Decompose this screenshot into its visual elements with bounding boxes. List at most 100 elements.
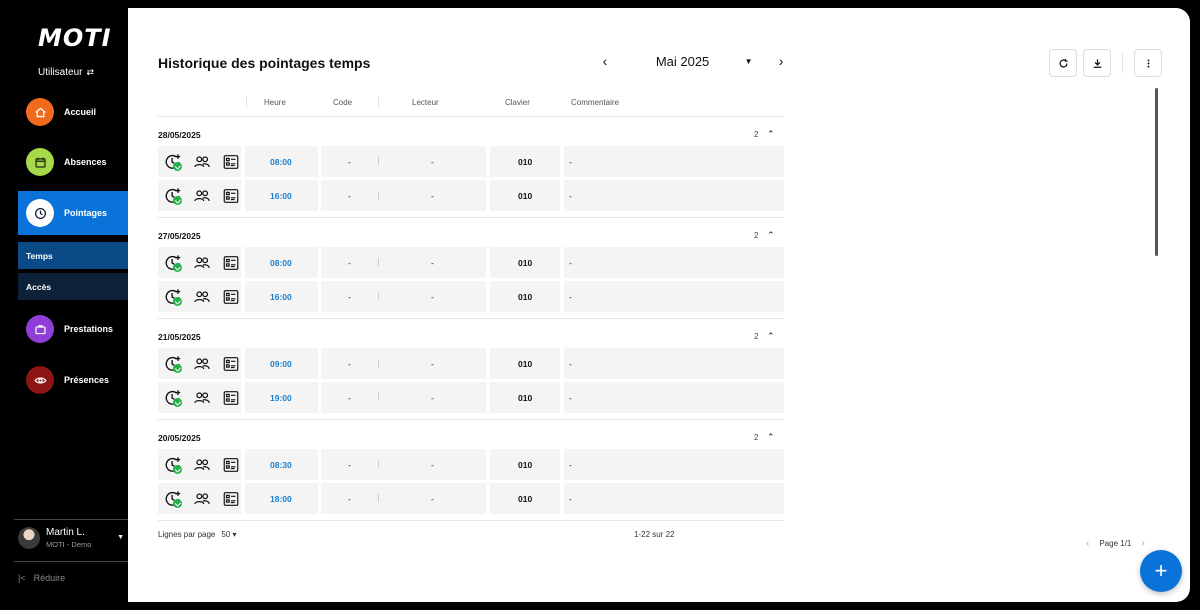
rows-per-page-select[interactable]: 50 ▾ [221,530,236,539]
users-icon[interactable] [193,490,211,508]
cell-background [564,483,784,514]
sidebar-item-presences[interactable]: Présences [18,358,128,402]
sidebar-subitem-acces[interactable]: Accès [18,273,128,300]
plus-icon: + [1154,558,1168,583]
user-profile[interactable]: Martin L. MOTI - Demo ▼ [18,527,124,549]
cell-heure[interactable]: 09:00 [270,359,292,369]
cell-commentaire: - [569,393,572,403]
users-icon[interactable] [193,456,211,474]
keypad-icon[interactable] [222,490,240,508]
scrollbar[interactable] [1155,88,1158,256]
check-badge-icon [173,263,182,272]
cell-lecteur: - [431,494,434,504]
chevron-up-icon[interactable]: ⌃ [767,230,775,241]
cell-heure[interactable]: 18:00 [270,494,292,504]
sidebar-item-prestations[interactable]: Prestations [18,307,128,351]
check-badge-icon [173,465,182,474]
keypad-icon[interactable] [222,153,240,171]
column-divider [246,97,247,107]
cell-background [321,146,486,177]
cell-heure[interactable]: 08:00 [270,157,292,167]
column-commentaire[interactable]: Commentaire [571,98,619,107]
cell-heure[interactable]: 08:00 [270,258,292,268]
table-row[interactable]: 16:00 - - 010 - [158,180,784,211]
clock-plus-icon [164,389,182,407]
cell-background [564,348,784,379]
cell-heure[interactable]: 16:00 [270,292,292,302]
date-group-header[interactable]: 21/05/2025 2 ⌃ [158,319,784,348]
users-icon[interactable] [193,187,211,205]
keypad-icon[interactable] [222,288,240,306]
users-icon[interactable] [193,288,211,306]
calendar-icon [26,148,54,176]
month-select[interactable]: Mai 2025 [656,54,745,69]
cell-heure[interactable]: 19:00 [270,393,292,403]
cell-background [564,449,784,480]
cell-commentaire: - [569,359,572,369]
cell-background [564,382,784,413]
add-button[interactable]: + [1140,550,1182,592]
sidebar-item-absences[interactable]: Absences [18,140,128,184]
sidebar-item-pointages[interactable]: Pointages [18,191,128,235]
more-options-button[interactable] [1134,49,1162,77]
chevron-up-icon[interactable]: ⌃ [767,432,775,443]
chevron-right-icon[interactable]: › [774,53,788,69]
sidebar-item-accueil[interactable]: Accueil [18,90,128,134]
date-group-header[interactable]: 28/05/2025 2 ⌃ [158,117,784,146]
users-icon[interactable] [193,355,211,373]
date-group-header[interactable]: 20/05/2025 2 ⌃ [158,420,784,449]
chevron-right-icon[interactable]: › [1141,538,1144,549]
users-icon[interactable] [193,389,211,407]
eye-icon [26,366,54,394]
table-row[interactable]: 19:00 - - 010 - [158,382,784,413]
chevron-up-icon[interactable]: ⌃ [767,331,775,342]
users-icon[interactable] [193,254,211,272]
cell-heure[interactable]: 16:00 [270,191,292,201]
table-row[interactable]: 09:00 - - 010 - [158,348,784,379]
check-badge-icon [173,364,182,373]
column-code[interactable]: Code [333,98,352,107]
caret-down-icon: ▼ [117,534,124,541]
table-row[interactable]: 16:00 - - 010 - [158,281,784,312]
column-heure[interactable]: Heure [264,98,286,107]
reduce-button[interactable]: |< Réduire [18,573,65,583]
group-count: 2 [754,332,759,341]
chevron-left-icon[interactable]: ‹ [1086,538,1089,549]
keypad-icon[interactable] [222,389,240,407]
cell-heure[interactable]: 08:30 [270,460,292,470]
profile-name: Martin L. [46,527,85,538]
table-row[interactable]: 08:00 - - 010 - [158,247,784,278]
download-button[interactable] [1083,49,1111,77]
profile-subtitle: MOTI - Demo [46,540,92,549]
table-row[interactable]: 08:00 - - 010 - [158,146,784,177]
column-lecteur[interactable]: Lecteur [412,98,439,107]
table-row[interactable]: 08:30 - - 010 - [158,449,784,480]
chevron-up-icon[interactable]: ⌃ [767,129,775,140]
keypad-icon[interactable] [222,355,240,373]
column-clavier[interactable]: Clavier [505,98,530,107]
cell-clavier: 010 [518,460,533,470]
cell-commentaire: - [569,157,572,167]
refresh-button[interactable] [1049,49,1077,77]
cell-lecteur: - [431,157,434,167]
clock-plus-icon [164,355,182,373]
clock-icon [26,199,54,227]
swap-icon: ⇄ [86,67,95,77]
date-group-header[interactable]: 27/05/2025 2 ⌃ [158,218,784,247]
users-icon[interactable] [193,153,211,171]
table-row[interactable]: 18:00 - - 010 - [158,483,784,514]
group-count: 2 [754,130,759,139]
page-title: Historique des pointages temps [158,55,371,71]
sidebar-divider [14,561,128,562]
sidebar-item-label: Absences [64,157,107,167]
chevron-left-icon[interactable]: ‹ [598,53,612,69]
role-switcher[interactable]: Utilisateur ⇄ [38,67,94,78]
caret-down-icon[interactable]: ▼ [745,57,775,66]
keypad-icon[interactable] [222,254,240,272]
sidebar-subitem-temps[interactable]: Temps [18,242,128,269]
cell-clavier: 010 [518,393,533,403]
sidebar-item-label: Présences [64,375,110,385]
keypad-icon[interactable] [222,187,240,205]
reduce-label: Réduire [33,573,66,583]
keypad-icon[interactable] [222,456,240,474]
